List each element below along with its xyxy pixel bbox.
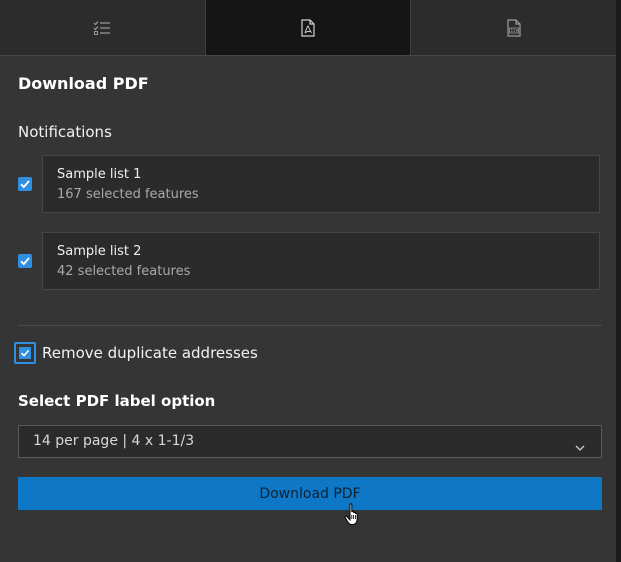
tab-bar	[0, 0, 617, 56]
list-item[interactable]: Sample list 2 42 selected features	[42, 232, 600, 290]
csv-file-icon	[506, 18, 522, 37]
list-count: 167 selected features	[57, 187, 199, 202]
checkbox-fill	[19, 347, 31, 359]
checkmark-icon	[20, 349, 30, 357]
select-value: 14 per page | 4 x 1-1/3	[33, 433, 195, 449]
section-divider	[18, 325, 602, 326]
tab-list[interactable]	[0, 0, 206, 55]
list-count: 42 selected features	[57, 264, 191, 279]
list-name: Sample list 1	[57, 167, 142, 182]
notifications-label: Notifications	[18, 123, 112, 141]
remove-duplicates-checkbox[interactable]	[14, 342, 36, 364]
list-item[interactable]: Sample list 1 167 selected features	[42, 155, 600, 213]
download-pdf-button[interactable]: Download PDF	[18, 477, 602, 510]
checkmark-icon	[20, 180, 30, 189]
download-pdf-panel: Download PDF Notifications Sample list 1…	[0, 0, 617, 562]
tab-pdf[interactable]	[205, 0, 412, 55]
list-2-checkbox[interactable]	[18, 254, 32, 268]
window-edge	[616, 0, 621, 562]
label-option-select[interactable]: 14 per page | 4 x 1-1/3	[18, 425, 602, 458]
panel-title: Download PDF	[18, 74, 149, 93]
remove-duplicates-label[interactable]: Remove duplicate addresses	[42, 344, 258, 362]
checkmark-icon	[20, 257, 30, 266]
label-option-title: Select PDF label option	[18, 392, 216, 410]
chevron-down-icon	[575, 437, 585, 456]
tab-csv[interactable]	[411, 0, 617, 55]
list-1-checkbox[interactable]	[18, 177, 32, 191]
pdf-file-icon	[300, 18, 316, 37]
list-name: Sample list 2	[57, 244, 142, 259]
hand-cursor-icon	[344, 503, 364, 531]
checklist-icon	[93, 20, 111, 36]
